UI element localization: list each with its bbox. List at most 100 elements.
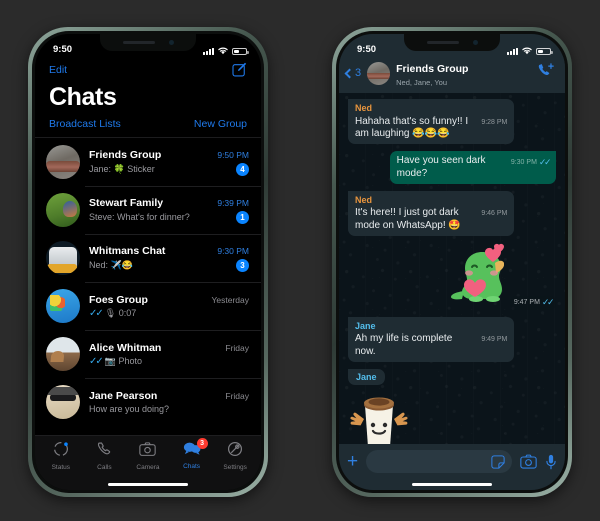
message-sender: Ned [355, 194, 373, 205]
coffee-cup-sticker[interactable] [348, 389, 410, 444]
edit-button[interactable]: Edit [49, 64, 67, 76]
unread-badge: 4 [236, 162, 249, 176]
conversation-participants: Ned, Jane, You [396, 78, 448, 87]
chat-item-body: Foes Group Yesterday ✓✓ 🎙 0:07 [89, 294, 249, 319]
wifi-icon [218, 47, 228, 55]
chat-list[interactable]: Friends Group 9:50 PM Jane: 🍀 Sticker 4 Stew… [35, 138, 261, 435]
tab-camera[interactable]: Camera [126, 441, 170, 471]
chat-preview: ✓✓ 🎙 0:07 [89, 307, 137, 319]
read-receipt-icon: ✓✓ [89, 307, 104, 319]
tab-chats[interactable]: Chats 3 [170, 438, 214, 470]
sticker-row[interactable]: 9:50 PM [348, 389, 556, 444]
chat-list-item[interactable]: Friends Group 9:50 PM Jane: 🍀 Sticker 4 [35, 138, 261, 186]
chat-name: Foes Group [89, 293, 148, 306]
battery-icon [232, 47, 249, 55]
tab-bar[interactable]: Status Calls Camera Chats 3 Settings [35, 435, 261, 479]
message-sender: Jane [356, 371, 377, 382]
video-call-add-icon[interactable] [537, 62, 555, 84]
back-button[interactable]: 3 [344, 67, 361, 79]
chat-name: Stewart Family [89, 196, 164, 209]
earpiece-speaker [122, 41, 155, 44]
message-sender: Jane [355, 320, 376, 331]
chat-item-bottom: How are you doing? [89, 404, 249, 414]
chat-name: Alice Whitman [89, 341, 162, 354]
chats-nav-row: Edit [35, 56, 261, 79]
phone-left: 9:50 Edit Chats Broadcast Lists New Grou… [28, 27, 268, 497]
message-meta: 9:46 PM [481, 210, 507, 217]
conversation-screen: 9:50 3 Friends Group Ned, Jane, You Ned … [339, 34, 565, 490]
phone-screen-chats: 9:50 Edit Chats Broadcast Lists New Grou… [35, 34, 261, 490]
message-meta: 9:47 PM ✓✓ [509, 295, 556, 310]
tab-label: Status [51, 463, 71, 471]
message-bubble[interactable]: 9:30 PM ✓✓ Have you seen dark mode? [389, 151, 556, 184]
chat-preview: Ned: ✈️😂 [89, 259, 133, 270]
chat-item-body: Jane Pearson Friday How are you doing? [89, 390, 249, 414]
earpiece-speaker [426, 41, 459, 44]
tab-label: Chats [183, 463, 201, 470]
phone-right: 9:50 3 Friends Group Ned, Jane, You Ned … [332, 27, 572, 497]
avatar [46, 289, 80, 323]
chats-sub-nav: Broadcast Lists New Group [35, 114, 261, 138]
tab-settings[interactable]: Settings [213, 441, 257, 471]
back-chevron-icon [344, 68, 355, 78]
message-row: Jane [348, 368, 556, 386]
home-indicator[interactable] [35, 479, 261, 490]
chat-list-item[interactable]: Foes Group Yesterday ✓✓ 🎙 0:07 [35, 282, 261, 330]
avatar [46, 385, 80, 419]
home-indicator[interactable] [339, 479, 565, 490]
chat-name: Whitmans Chat [89, 244, 166, 257]
dinosaur-heart-sticker[interactable] [438, 243, 504, 310]
avatar [46, 241, 80, 275]
status-time: 9:50 [53, 44, 73, 55]
message-area[interactable]: Ned 9:28 PM Hahaha that's so funny!! I am … [339, 93, 565, 444]
new-group-button[interactable]: New Group [194, 118, 247, 130]
plus-icon[interactable]: + [347, 452, 358, 471]
chat-item-body: Whitmans Chat 9:30 PM Ned: ✈️😂 3 [89, 245, 249, 272]
status-time: 9:50 [357, 44, 377, 55]
phone-screen-conversation: 9:50 3 Friends Group Ned, Jane, You Ned … [339, 34, 565, 490]
chat-item-bottom: ✓✓ 📷 Photo [89, 356, 249, 367]
message-text: Have you seen dark mode? [396, 155, 486, 179]
message-list: Ned 9:28 PM Hahaha that's so funny!! I am … [348, 99, 556, 444]
compose-icon[interactable] [232, 62, 247, 77]
notch [404, 34, 500, 51]
microphone-icon[interactable] [545, 454, 557, 470]
avatar [46, 337, 80, 371]
tab-calls[interactable]: Calls [83, 441, 127, 471]
message-bubble[interactable]: Jane 9:49 PM Ah my life is complete now. [348, 316, 515, 362]
message-meta: 9:28 PM [481, 119, 507, 126]
sticker-row[interactable]: 9:47 PM ✓✓ [348, 243, 556, 310]
message-time: 9:30 PM [510, 159, 537, 167]
chat-list-item[interactable]: Jane Pearson Friday How are you doing? [35, 378, 261, 426]
conversation-avatar[interactable] [367, 61, 391, 85]
dinosaur-heart-sticker [450, 243, 504, 302]
sticker-icon[interactable] [491, 454, 505, 469]
chat-preview: How are you doing? [89, 404, 170, 414]
read-receipt-icon: ✓✓ [89, 355, 104, 367]
chat-timestamp: 9:50 PM [217, 149, 249, 160]
message-bubble[interactable]: Ned 9:46 PM It's here!! I just got dark mo… [348, 190, 515, 236]
chat-item-bottom: Steve: What's for dinner? 1 [89, 210, 249, 224]
chat-name: Jane Pearson [89, 390, 158, 402]
chat-item-body: Friends Group 9:50 PM Jane: 🍀 Sticker 4 [89, 149, 249, 176]
conversation-titles[interactable]: Friends Group Ned, Jane, You [396, 59, 531, 87]
front-camera [168, 40, 174, 45]
chat-timestamp: 9:30 PM [217, 245, 249, 256]
tab-status[interactable]: Status [39, 441, 83, 471]
phone-bezel: 9:50 Edit Chats Broadcast Lists New Grou… [32, 31, 264, 493]
camera-icon[interactable] [520, 454, 537, 469]
message-time: 9:46 PM [481, 210, 508, 218]
chat-item-bottom: Ned: ✈️😂 3 [89, 258, 249, 272]
message-bubble[interactable]: Ned 9:28 PM Hahaha that's so funny!! I am … [348, 99, 515, 145]
message-input[interactable] [366, 450, 512, 473]
coffee-cup-sticker [350, 397, 408, 444]
chat-item-top: Whitmans Chat 9:30 PM [89, 245, 249, 257]
notch [100, 34, 196, 51]
broadcast-lists-button[interactable]: Broadcast Lists [49, 118, 121, 130]
chat-list-item[interactable]: Whitmans Chat 9:30 PM Ned: ✈️😂 3 [35, 234, 261, 282]
phone-bezel: 9:50 3 Friends Group Ned, Jane, You Ned … [336, 31, 568, 493]
chat-item-top: Alice Whitman Friday [89, 342, 249, 354]
tab-label: Settings [223, 463, 247, 471]
chat-list-item[interactable]: Alice Whitman Friday ✓✓ 📷 Photo [35, 330, 261, 378]
chat-list-item[interactable]: Stewart Family 9:39 PM Steve: What's for d… [35, 186, 261, 234]
